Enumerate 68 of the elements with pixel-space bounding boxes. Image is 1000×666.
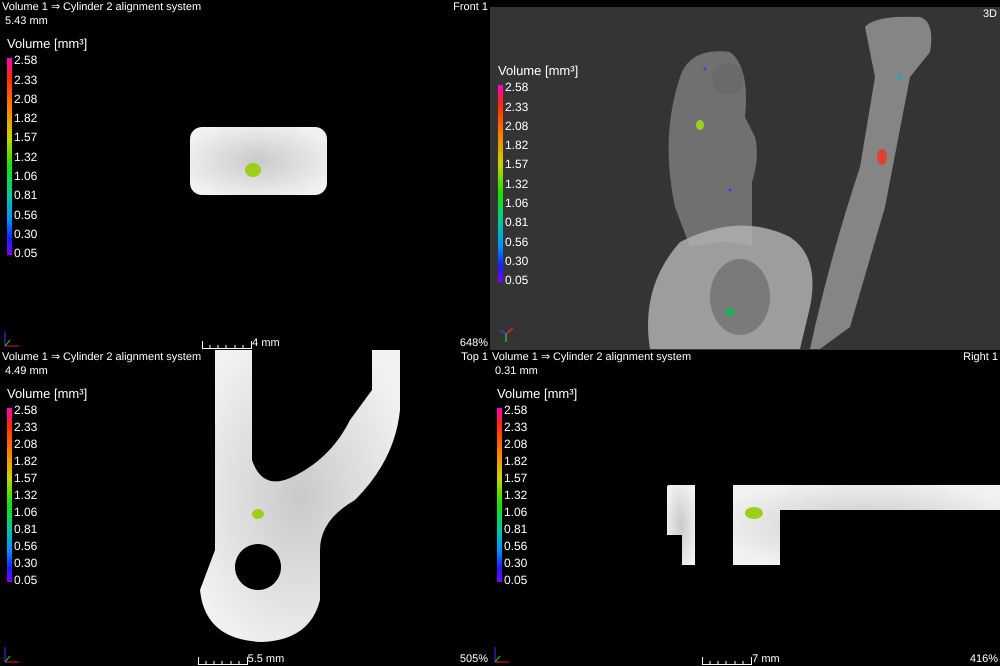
legend-value: 1.06 [14, 168, 38, 184]
legend-value: 1.57 [504, 470, 528, 486]
legend-value: 2.58 [504, 402, 528, 418]
legend-value: 0.05 [505, 272, 528, 288]
legend-title: Volume [mm³] [497, 386, 578, 402]
legend-value: 0.56 [14, 538, 38, 554]
3d-viewport[interactable]: 3D Volume [mm³] 2.58 2.33 2.08 1.82 1.57 1.32 1.06 0.81 0.56 0.30 0.05 [490, 7, 1000, 350]
legend-title: Volume [mm³] [498, 63, 580, 80]
view-label[interactable]: Front 1 [453, 0, 488, 14]
legend-value: 1.82 [14, 110, 38, 126]
legend-value: 2.33 [14, 72, 38, 88]
legend-value: 2.33 [504, 419, 528, 436]
legend-value: 0.05 [14, 572, 38, 588]
view-title: Volume 1 ⇒ Cylinder 2 alignment system [2, 0, 202, 14]
zoom-level: 416% [970, 654, 998, 665]
legend-value: 1.32 [14, 148, 38, 165]
legend-value: 0.30 [14, 555, 38, 572]
legend-value: 1.82 [504, 453, 528, 470]
scale-bar-icon [202, 341, 252, 349]
legend-value: 0.56 [504, 538, 528, 554]
legend-value: 0.81 [504, 521, 528, 538]
view-title: Volume 1 ⇒ Cylinder 2 alignment system [492, 350, 692, 364]
scale-label: 7 mm [752, 654, 780, 665]
view-label[interactable]: Right 1 [963, 350, 998, 364]
legend-value: 1.32 [504, 487, 528, 504]
legend-value: 0.81 [505, 214, 528, 230]
legend-value: 1.32 [505, 176, 528, 192]
zoom-level: 505% [460, 654, 488, 665]
legend-title: Volume [mm³] [7, 36, 88, 52]
scale-bar-icon [198, 657, 248, 665]
legend-value: 1.82 [505, 137, 528, 154]
legend-value: 1.06 [505, 195, 528, 212]
legend-value: 2.08 [14, 90, 38, 107]
legend-value: 2.08 [505, 118, 528, 134]
slice-thickness: 5.43 mm [4, 14, 49, 28]
legend-value: 1.57 [14, 470, 38, 486]
scale-label: 4 mm [252, 338, 280, 349]
scale-bar-icon [702, 657, 752, 665]
legend-value: 0.05 [504, 572, 528, 588]
slice-thickness: 0.31 mm [494, 364, 539, 378]
legend-value: 0.56 [14, 206, 38, 223]
zoom-level: 648% [460, 338, 488, 349]
legend-value: 2.58 [505, 79, 528, 96]
legend-value: 2.58 [14, 52, 38, 68]
legend-value: 0.81 [14, 521, 38, 538]
legend-value: 0.56 [505, 234, 528, 250]
legend-value: 2.58 [14, 402, 38, 418]
legend-value: 0.81 [14, 187, 38, 204]
legend-value: 1.32 [14, 487, 38, 504]
view-label[interactable]: 3D [982, 7, 997, 21]
legend-value: 1.06 [504, 504, 528, 520]
view-label[interactable]: Top 1 [461, 350, 488, 364]
legend-value: 2.08 [504, 436, 528, 452]
legend-title: Volume [mm³] [7, 386, 88, 402]
view-title: Volume 1 ⇒ Cylinder 2 alignment system [2, 350, 202, 364]
legend-value: 1.82 [14, 453, 38, 470]
legend-value: 1.57 [14, 129, 38, 146]
legend-value: 2.33 [505, 98, 528, 115]
legend-value: 2.08 [14, 436, 38, 452]
legend-value: 0.30 [505, 252, 528, 269]
legend-value: 1.57 [505, 156, 528, 172]
scale-label: 5.5 mm [248, 654, 284, 665]
legend-value: 2.33 [14, 419, 38, 436]
legend-value: 0.30 [14, 226, 38, 242]
slice-thickness: 4.49 mm [4, 364, 49, 378]
legend-value: 0.30 [504, 555, 528, 572]
legend-value: 1.06 [14, 504, 38, 520]
legend-value: 0.05 [14, 245, 38, 262]
